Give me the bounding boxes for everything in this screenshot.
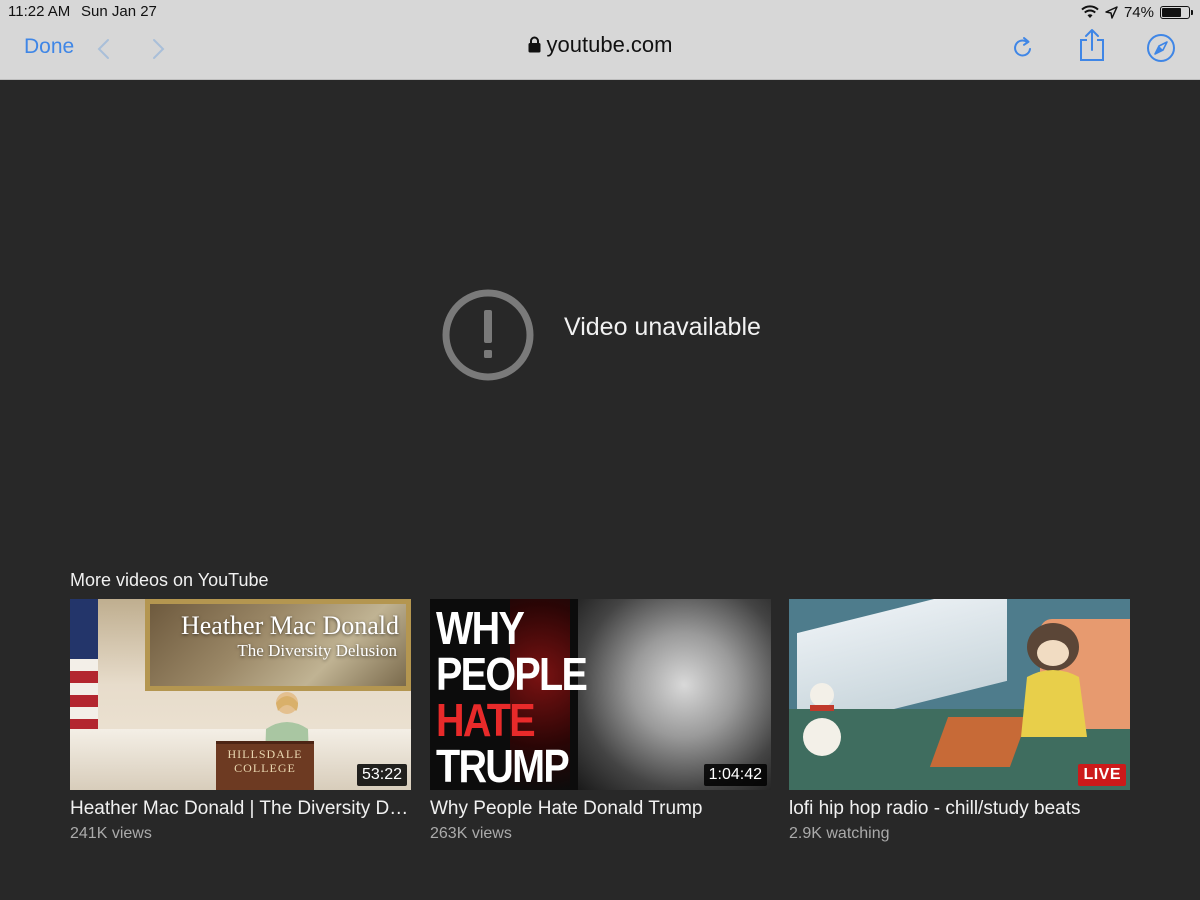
thumbnail-podium: HILLSDALE COLLEGE [216, 741, 314, 790]
video-views: 241K views [70, 825, 152, 842]
share-icon[interactable] [1079, 28, 1105, 62]
thumbnail-portrait [578, 599, 771, 790]
video-thumbnail[interactable]: HILLSDALE COLLEGE Heather Mac Donald The… [70, 599, 411, 790]
video-title[interactable]: Why People Hate Donald Trump [430, 798, 771, 820]
thumbnail-character [1021, 623, 1087, 737]
live-badge: LIVE [1078, 764, 1126, 786]
thumbnail-word: WHY [436, 602, 525, 654]
status-time: 11:22 AM [8, 3, 71, 20]
video-card[interactable]: HILLSDALE COLLEGE Heather Mac Donald The… [70, 599, 411, 843]
battery-fill [1162, 7, 1181, 17]
exclamation-circle-icon [442, 289, 534, 381]
video-thumbnail[interactable]: LIVE [789, 599, 1130, 790]
video-card[interactable]: WHY PEOPLE HATE TRUMP 1:04:42 Why People… [430, 599, 771, 843]
thumbnail-title-text: Heather Mac Donald [180, 611, 399, 640]
url-text: youtube.com [546, 32, 673, 57]
location-arrow-icon [1105, 5, 1118, 19]
wifi-icon [1081, 5, 1099, 18]
battery-percent: 74% [1123, 3, 1154, 21]
thumbnail-word: PEOPLE [436, 648, 588, 700]
video-thumbnail[interactable]: WHY PEOPLE HATE TRUMP 1:04:42 [430, 599, 771, 790]
video-title[interactable]: Heather Mac Donald | The Diversity Delus… [70, 798, 411, 820]
browser-chrome: 11:22 AM Sun Jan 27 74% Done youtube.com [0, 0, 1200, 80]
battery-icon [1160, 5, 1193, 19]
video-title[interactable]: lofi hip hop radio - chill/study beats [789, 798, 1130, 820]
thumbnail-word: TRUMP [436, 740, 570, 790]
video-views: 263K views [430, 825, 512, 842]
more-videos-heading: More videos on YouTube [70, 570, 269, 590]
thumbnail-snowman [803, 683, 841, 756]
compass-icon[interactable] [1146, 33, 1176, 63]
video-viewers: 2.9K watching [789, 825, 890, 842]
status-date: Sun Jan 27 [81, 3, 157, 20]
video-card[interactable]: LIVE lofi hip hop radio - chill/study be… [789, 599, 1130, 843]
video-unavailable-message: Video unavailable [564, 313, 761, 341]
duration-badge: 1:04:42 [703, 764, 767, 786]
reload-icon[interactable] [1011, 36, 1035, 60]
lock-icon [528, 36, 541, 53]
thumbnail-subtitle-text: The Diversity Delusion [237, 641, 397, 660]
status-right: 74% [1081, 2, 1193, 22]
duration-badge: 53:22 [356, 764, 407, 786]
thumbnail-word: HATE [436, 694, 536, 746]
